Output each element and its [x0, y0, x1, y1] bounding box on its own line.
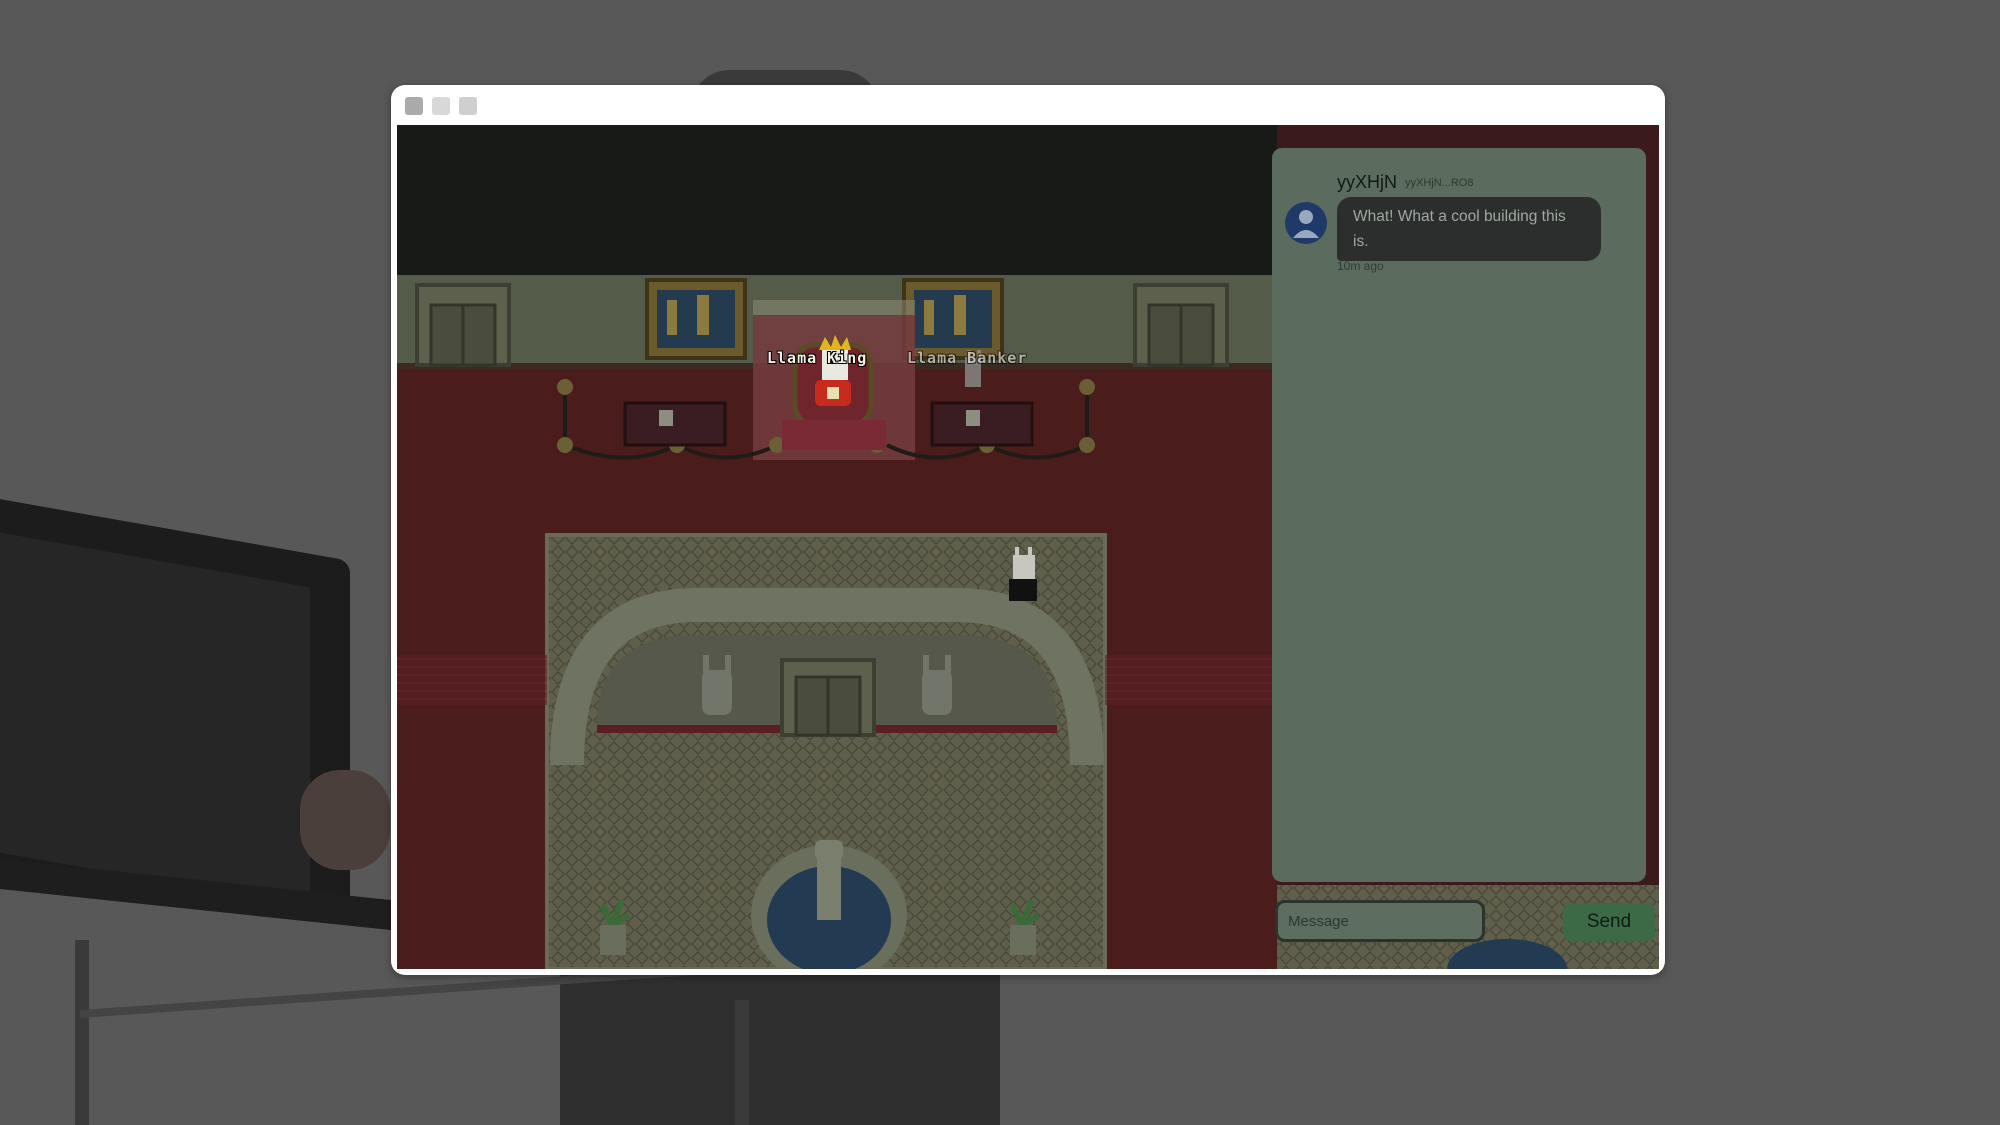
- void-area: [397, 125, 1277, 275]
- chat-message-username: yyXHjN: [1337, 172, 1398, 192]
- npc-label-llama-king: Llama King: [767, 349, 868, 367]
- npc-label-llama-banker: Llama Banker: [907, 349, 1028, 367]
- chat-message-timestamp: 10m ago: [1337, 259, 1384, 273]
- game-viewport[interactable]: Llama King Llama Banker yyXHjN yyXHjN...…: [397, 125, 1659, 969]
- door-right[interactable]: [1133, 283, 1229, 367]
- window-maximize-button[interactable]: [459, 97, 477, 115]
- chat-message-bubble: What! What a cool building this is.: [1337, 197, 1601, 261]
- chat-message-user-id: yyXHjN...RO8: [1405, 177, 1474, 189]
- window-minimize-button[interactable]: [432, 97, 450, 115]
- player-avatar-sprite[interactable]: [1009, 547, 1037, 601]
- user-avatar-icon: [1285, 202, 1327, 244]
- desk-right[interactable]: [930, 401, 1034, 447]
- backdrop-hand: [300, 770, 390, 870]
- backdrop-table-leg: [75, 940, 89, 1125]
- desk-left[interactable]: [623, 401, 727, 447]
- message-input[interactable]: [1275, 900, 1485, 942]
- window-close-button[interactable]: [405, 97, 423, 115]
- backdrop-table-leg: [735, 1000, 749, 1125]
- app-window: Llama King Llama Banker yyXHjN yyXHjN...…: [391, 85, 1665, 975]
- send-button[interactable]: Send: [1563, 903, 1655, 941]
- painting-left: [645, 278, 747, 360]
- door-left[interactable]: [415, 283, 511, 367]
- painting-right: [902, 278, 1004, 360]
- window-titlebar: [391, 85, 1665, 125]
- chat-panel: yyXHjN yyXHjN...RO8 What! What a cool bu…: [1272, 148, 1646, 882]
- backdrop-laptop-screen: [0, 532, 310, 908]
- hall-door[interactable]: [780, 658, 876, 737]
